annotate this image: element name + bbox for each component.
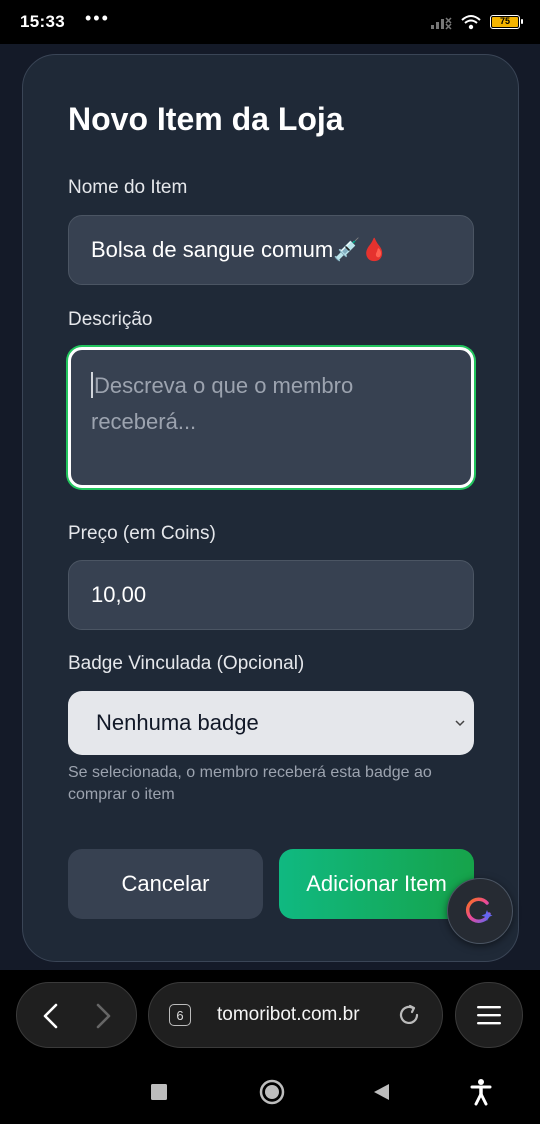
- description-textarea[interactable]: Descreva o que o membro receberá...: [68, 347, 474, 488]
- description-placeholder: Descreva o que o membro receberá...: [91, 373, 354, 434]
- address-bar[interactable]: 6 tomoribot.com.br: [148, 982, 443, 1048]
- status-bar: 15:33 ••• 75: [0, 0, 540, 44]
- system-nav-bar: [0, 1060, 540, 1124]
- description-label: Descrição: [68, 309, 153, 330]
- status-icons: 75: [430, 14, 523, 30]
- text-caret: [91, 372, 93, 399]
- price-label: Preço (em Coins): [68, 523, 216, 544]
- battery-level: 75: [492, 17, 518, 27]
- accessibility-icon[interactable]: [469, 1078, 493, 1106]
- new-item-modal: Novo Item da Loja Nome do Item Bolsa de …: [22, 54, 519, 962]
- chevron-down-icon: [455, 720, 465, 727]
- forward-icon[interactable]: [91, 1002, 115, 1030]
- signal-icon: [431, 17, 452, 30]
- cancel-button[interactable]: Cancelar: [68, 849, 263, 919]
- price-input[interactable]: 10,00: [68, 560, 474, 630]
- battery-icon: 75: [490, 15, 523, 29]
- back-nav-icon[interactable]: [371, 1082, 391, 1102]
- item-name-label: Nome do Item: [68, 177, 188, 198]
- assistant-fab[interactable]: [447, 878, 513, 944]
- item-name-input[interactable]: Bolsa de sangue comum💉🩸: [68, 215, 474, 285]
- status-time: 15:33: [20, 12, 65, 31]
- reload-icon[interactable]: [396, 1002, 422, 1028]
- url-text: tomoribot.com.br: [217, 1004, 360, 1025]
- wifi-icon: [461, 15, 481, 30]
- badge-label: Badge Vinculada (Opcional): [68, 653, 305, 674]
- home-icon[interactable]: [258, 1078, 286, 1106]
- nav-buttons: [16, 982, 137, 1048]
- modal-title: Novo Item da Loja: [68, 101, 344, 137]
- browser-toolbar: 6 tomoribot.com.br: [0, 970, 540, 1060]
- menu-button[interactable]: [455, 982, 523, 1048]
- tab-count-icon[interactable]: 6: [169, 1004, 191, 1026]
- recents-icon[interactable]: [150, 1083, 168, 1101]
- hamburger-icon: [477, 1006, 501, 1025]
- assistant-icon: [465, 897, 493, 923]
- badge-select[interactable]: Nenhuma badge: [68, 691, 474, 755]
- back-icon[interactable]: [39, 1002, 63, 1030]
- badge-select-value: Nenhuma badge: [96, 710, 259, 735]
- badge-hint: Se selecionada, o membro receberá esta b…: [68, 764, 432, 803]
- add-item-button[interactable]: Adicionar Item: [279, 849, 474, 919]
- notification-dots: •••: [84, 8, 110, 28]
